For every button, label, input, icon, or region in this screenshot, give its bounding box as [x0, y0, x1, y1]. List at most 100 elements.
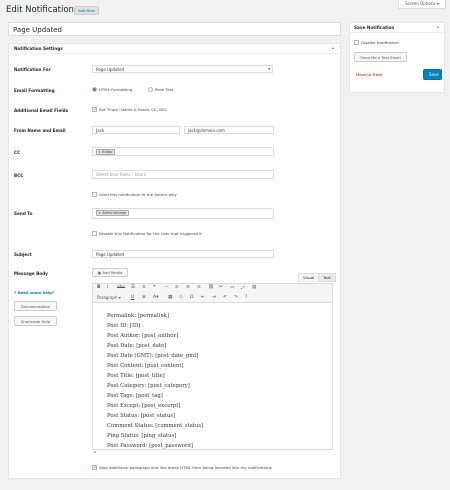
- save-box-collapse-icon[interactable]: ▴: [437, 24, 439, 29]
- disable-trigger-user-checkbox[interactable]: [92, 231, 97, 236]
- editor-line: Post Author: [post_author]: [107, 333, 179, 339]
- indent-icon[interactable]: ⇥: [212, 295, 216, 300]
- cc-tag[interactable]: × Editor: [96, 149, 115, 155]
- author-only-checkbox[interactable]: [92, 192, 97, 197]
- numbered-list-icon[interactable]: ≡: [142, 285, 146, 290]
- add-new-button[interactable]: Add New: [74, 6, 99, 15]
- title-input[interactable]: Page Updated: [8, 22, 341, 36]
- additional-fields-label: Additional Email Fields: [14, 108, 69, 113]
- align-right-icon[interactable]: ≡: [197, 285, 201, 290]
- message-editor[interactable]: Permalink: [permalink] Post ID: [ID] Pos…: [92, 303, 333, 450]
- editor-line: Permalink: [permalink]: [107, 313, 170, 319]
- tab-visual[interactable]: Visual: [298, 273, 320, 282]
- subject-label: Subject: [14, 252, 32, 257]
- editor-line: Comment Status: [comment_status]: [107, 423, 204, 429]
- outdent-icon[interactable]: ⇤: [201, 295, 205, 300]
- editor-line: Post ID: [ID]: [107, 323, 141, 329]
- format-select[interactable]: Paragraph ▾: [97, 295, 121, 300]
- shortcode-help-button[interactable]: Shortcode Help: [14, 316, 57, 326]
- cc-select[interactable]: × Editor: [92, 147, 274, 156]
- cc-tag-label: Editor: [102, 150, 113, 154]
- bcc-select[interactable]: Select User Roles / Users: [92, 170, 274, 179]
- from-email-input[interactable]: jack@domain.com: [184, 126, 274, 134]
- send-to-tag[interactable]: × Administrator: [96, 210, 129, 216]
- read-more-icon[interactable]: ▭: [230, 285, 234, 290]
- editor-toolbar: B I abc ☰ ≡ ❝ — ≡ ≡ ≡ ⛓ ✂ ▭ ⤢ ▤ Paragrap…: [92, 283, 333, 303]
- strikethrough-icon[interactable]: abc: [117, 285, 125, 290]
- editor-line: Post Category: [post_category]: [107, 383, 190, 389]
- disable-notification-label: Disable Notification: [361, 40, 399, 45]
- italic-icon[interactable]: I: [107, 285, 108, 290]
- collapse-toggle-icon[interactable]: ▴: [332, 45, 334, 50]
- link-icon[interactable]: ⛓: [208, 285, 214, 290]
- documentation-button[interactable]: Documentation: [14, 301, 57, 311]
- settings-box-title: Notification Settings: [8, 43, 341, 54]
- justify-icon[interactable]: ≣: [142, 295, 146, 300]
- redo-icon[interactable]: ↷: [234, 295, 238, 300]
- send-to-select[interactable]: × Administrator: [92, 208, 274, 219]
- clear-format-icon[interactable]: ◇: [179, 295, 183, 300]
- help-keyboard-icon[interactable]: ?: [245, 295, 247, 300]
- blockquote-icon[interactable]: ❝: [153, 285, 155, 290]
- align-center-icon[interactable]: ≡: [186, 285, 190, 290]
- align-left-icon[interactable]: ≡: [175, 285, 179, 290]
- editor-line: Post Password: [post_password]: [107, 443, 193, 449]
- bcc-label: BCC: [14, 173, 24, 178]
- bold-icon[interactable]: B: [97, 285, 101, 290]
- save-box-title: Save Notification: [349, 22, 445, 33]
- editor-line: Post Tags: [post_tag]: [107, 393, 163, 399]
- save-button[interactable]: Save: [423, 69, 442, 80]
- paste-text-icon[interactable]: ▦: [168, 295, 172, 300]
- media-icon: ▣: [97, 270, 102, 275]
- author-only-label: Send this notification to the Author onl…: [99, 192, 177, 197]
- underline-icon[interactable]: U: [131, 295, 134, 300]
- notification-for-select[interactable]: Page Updated ▾: [92, 65, 273, 73]
- html-formatting-radio[interactable]: [92, 87, 97, 92]
- horizontal-line-icon[interactable]: —: [164, 285, 169, 290]
- editor-path: p: [94, 450, 97, 454]
- help-link-label: Need some help?: [17, 290, 55, 295]
- bcc-placeholder: Select User Roles / Users: [96, 172, 146, 177]
- stop-paragraph-checkbox[interactable]: [92, 465, 97, 470]
- editor-line: Post Status: [post_status]: [107, 413, 176, 419]
- subject-input[interactable]: Page Updated: [92, 250, 274, 258]
- help-icon: ?: [14, 290, 17, 295]
- chevron-down-icon: ▾: [268, 67, 270, 71]
- undo-icon[interactable]: ↶: [223, 295, 227, 300]
- format-select-label: Paragraph: [97, 295, 118, 300]
- editor-line: Ping Status: [ping_status]: [107, 433, 177, 439]
- special-char-icon[interactable]: Ω: [190, 295, 194, 300]
- disable-trigger-user-label: Disable this Notification for the User t…: [99, 231, 202, 236]
- unlink-icon[interactable]: ✂: [219, 285, 223, 290]
- send-to-label: Send To: [14, 211, 33, 216]
- page-title: Edit Notification: [6, 5, 74, 15]
- add-media-button[interactable]: ▣ Add Media: [92, 268, 128, 277]
- from-name-input[interactable]: Jack: [92, 126, 180, 134]
- editor-line: Post Title: [post_title]: [107, 373, 165, 379]
- cc-label: CC: [14, 150, 21, 155]
- editor-line: Post Date: [post_date]: [107, 343, 167, 349]
- editor-line: Post Content: [post_content]: [107, 363, 184, 369]
- plain-text-label: Plain Text: [155, 87, 174, 92]
- disable-notification-checkbox[interactable]: [354, 40, 359, 45]
- message-body-label: Message Body: [14, 271, 48, 276]
- screen-options-label: Screen Options: [405, 1, 436, 6]
- plain-text-radio[interactable]: [148, 87, 153, 92]
- fullscreen-icon[interactable]: ⤢: [241, 285, 245, 291]
- screen-options-button[interactable]: Screen Options ▾: [398, 0, 446, 9]
- notification-for-value: Page Updated: [96, 67, 124, 72]
- additional-fields-checkbox[interactable]: [92, 107, 97, 112]
- help-link[interactable]: ? Need some help?: [14, 290, 54, 295]
- add-media-label: Add Media: [102, 270, 123, 275]
- stop-paragraph-label: Stop additional paragraph and line break…: [99, 465, 272, 470]
- email-formatting-label: Email Formatting: [14, 88, 55, 93]
- text-color-icon[interactable]: A▾: [153, 295, 158, 300]
- editor-line: Post Except: [post_excerpt]: [107, 403, 181, 409]
- bullet-list-icon[interactable]: ☰: [131, 285, 135, 290]
- toolbar-toggle-icon[interactable]: ▤: [252, 285, 256, 290]
- move-to-trash-link[interactable]: Move to Trash: [356, 72, 382, 77]
- tab-text[interactable]: Text: [318, 273, 336, 282]
- html-formatting-label: HTML Formatting: [99, 87, 133, 92]
- additional-fields-checkbox-label: Set "From" Name & Email, CC, BCC: [99, 107, 168, 112]
- test-email-button[interactable]: Send Me a Test Email: [354, 52, 407, 62]
